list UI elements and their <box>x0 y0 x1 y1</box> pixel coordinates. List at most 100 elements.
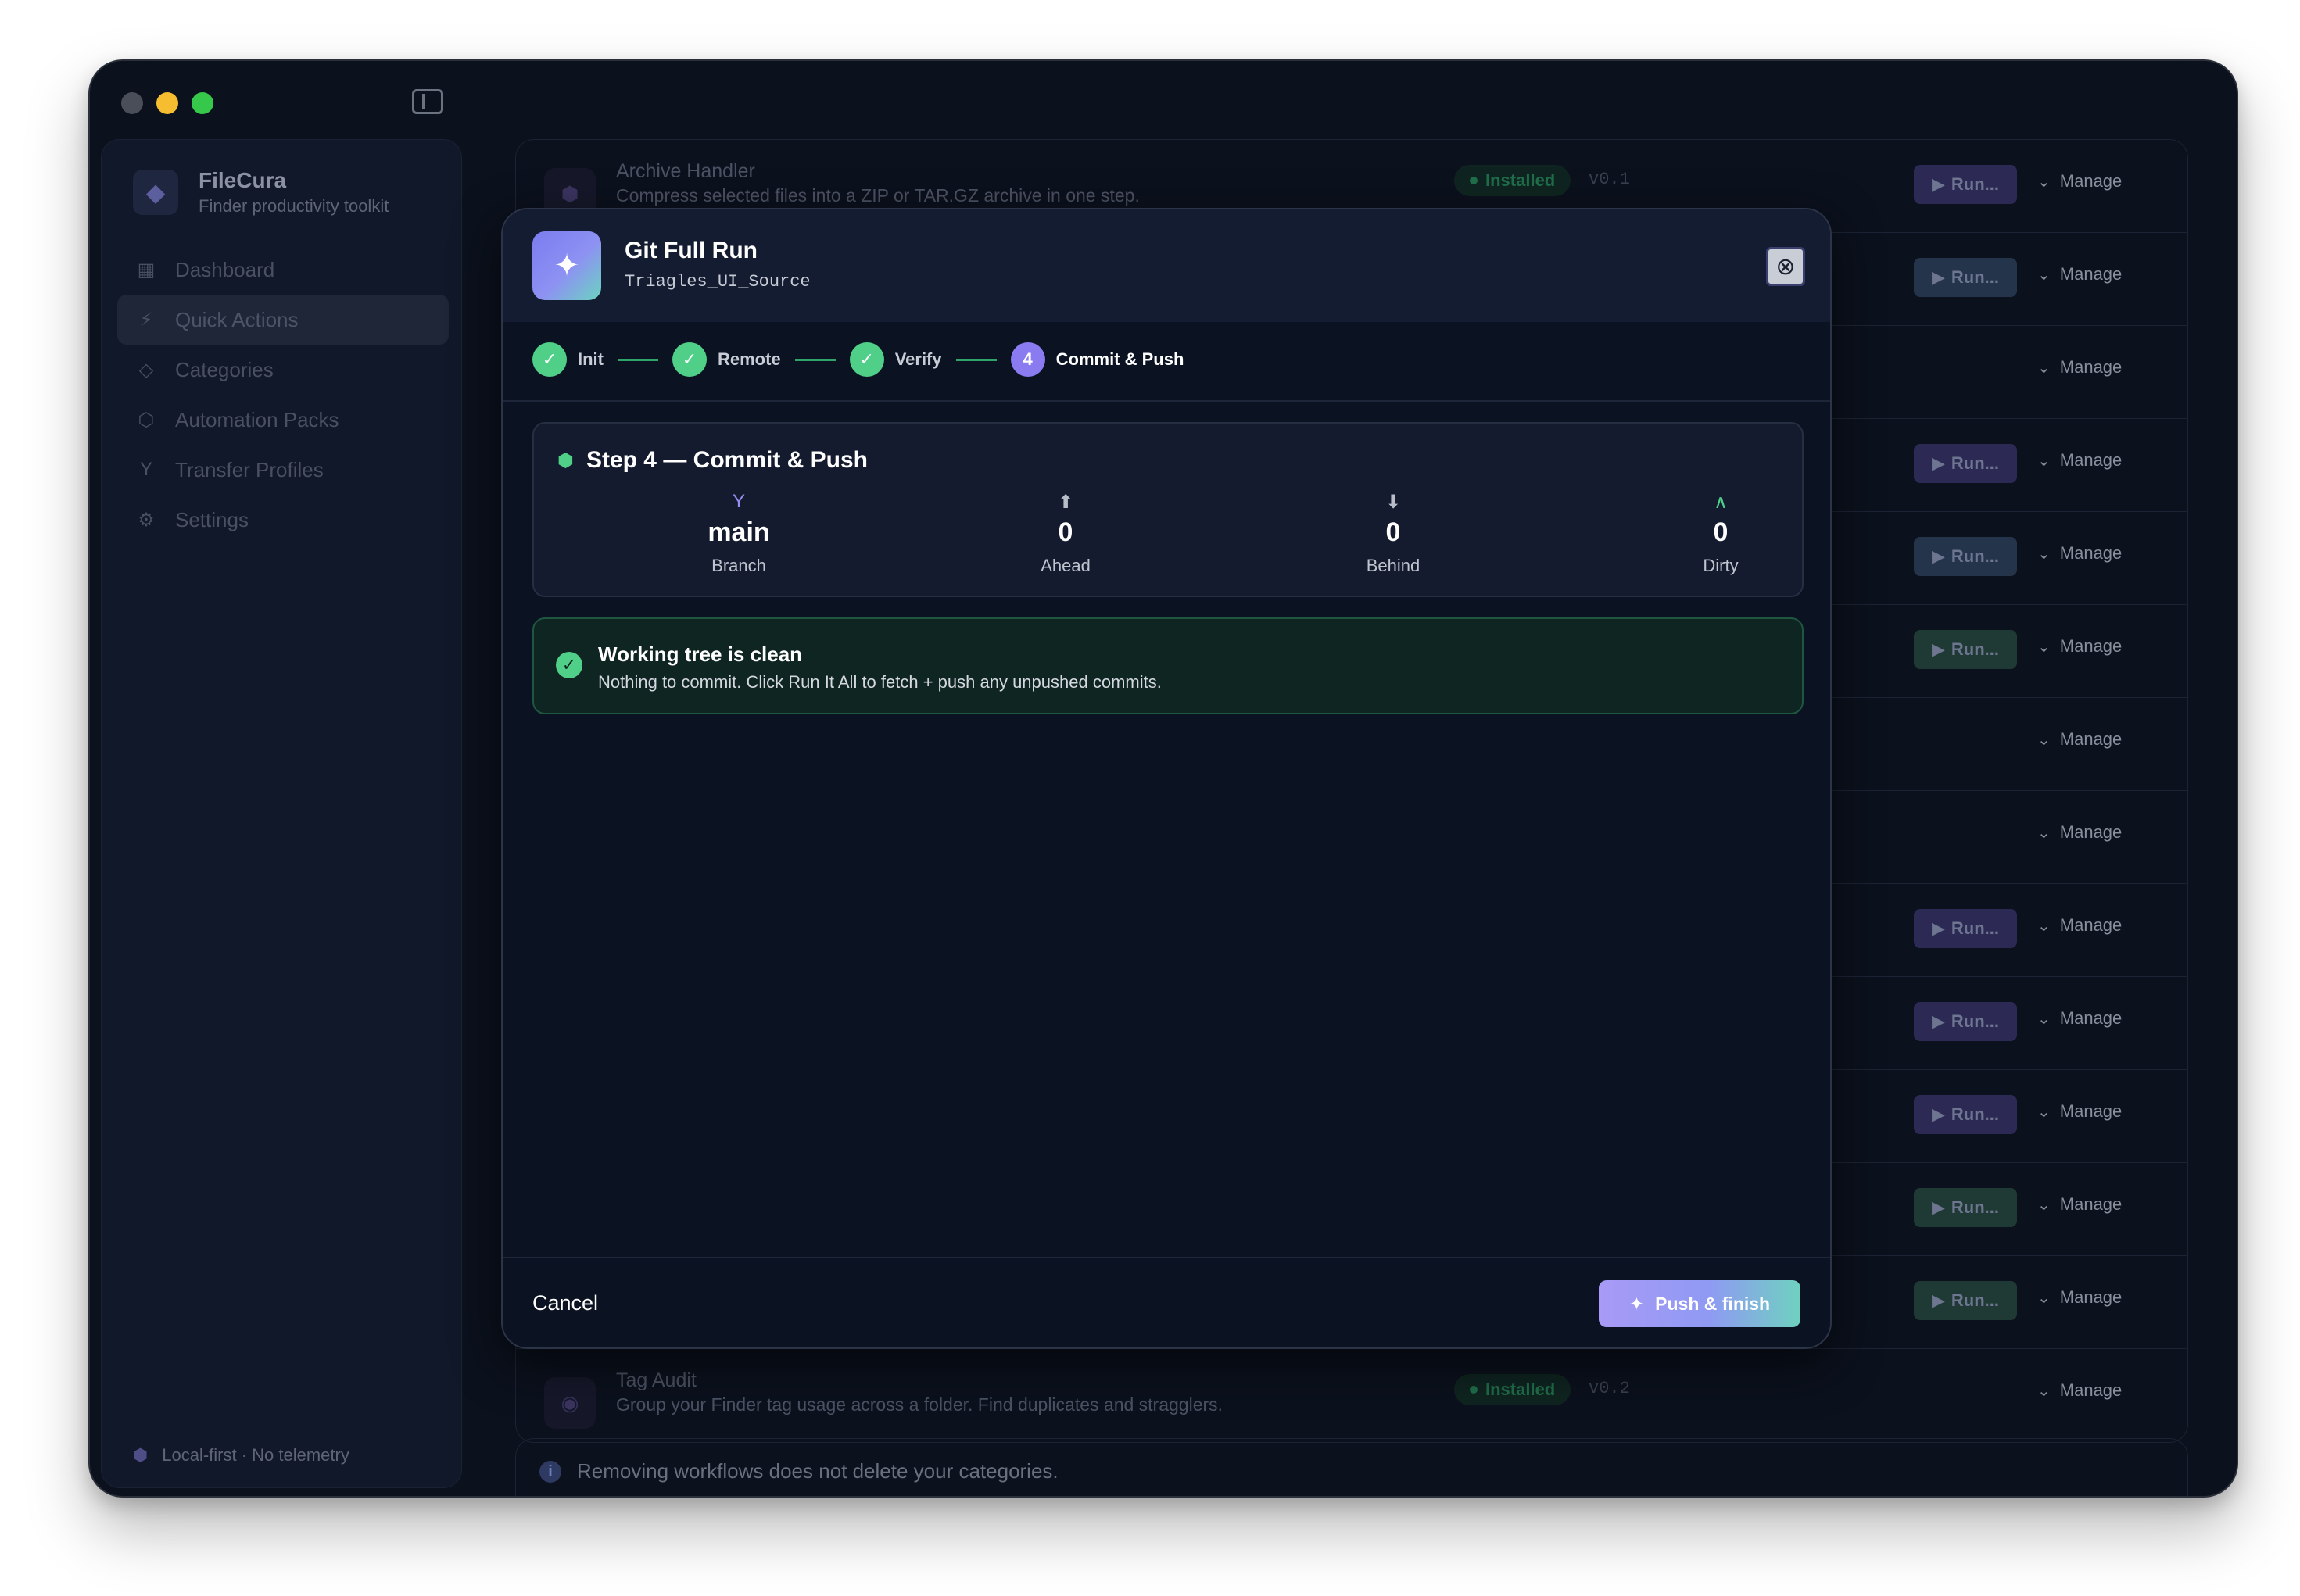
modal-title: Git Full Run <box>625 238 758 263</box>
stat-behind: ⬇ 0 Behind <box>1276 491 1510 576</box>
check-icon: ✓ <box>532 342 567 377</box>
sidebar: ◆ FileCura Finder productivity toolkit ▦… <box>101 139 462 1488</box>
manage-button[interactable]: ⌄ Manage <box>2037 543 2122 564</box>
chevron-down-icon: ⌄ <box>2037 1010 2051 1028</box>
alert-title: Working tree is clean <box>598 642 803 666</box>
run-button[interactable]: ▶ Run... <box>1914 1002 2017 1041</box>
gear-icon: ⚙ <box>138 509 155 531</box>
sidebar-item-label: Quick Actions <box>175 307 299 331</box>
chevron-down-icon: ⌄ <box>2037 266 2051 284</box>
maximize-window-button[interactable] <box>192 92 213 114</box>
run-button[interactable]: ▶ Run... <box>1914 1095 2017 1134</box>
manage-button[interactable]: ⌄ Manage <box>2037 1008 2122 1029</box>
brand: ◆ FileCura Finder productivity toolkit <box>133 168 389 216</box>
sidebar-footer: ⬢ Local-first · No telemetry <box>133 1445 349 1465</box>
stat-branch: Y main Branch <box>622 491 856 576</box>
app-logo-icon: ◆ <box>133 170 178 215</box>
sidebar-item-automation-packs[interactable]: ⬡ Automation Packs <box>117 395 449 445</box>
chevron-down-icon: ⌄ <box>2037 824 2051 842</box>
branch-icon: Y <box>732 491 745 512</box>
run-button[interactable]: ▶ Run... <box>1914 909 2017 948</box>
manage-button[interactable]: ⌄ Manage <box>2037 729 2122 750</box>
repo-name: Triagles_UI_Source <box>625 272 811 292</box>
chevron-down-icon: ⌄ <box>2037 917 2051 935</box>
arrow-down-circle-icon: ⬇ <box>1385 492 1402 513</box>
manage-button[interactable]: ⌄ Manage <box>2037 1380 2122 1401</box>
chevron-down-icon: ⌄ <box>2037 1103 2051 1121</box>
stat-value: 0 <box>1713 517 1729 547</box>
workflow-name: Archive Handler <box>616 160 755 182</box>
minimize-window-button[interactable] <box>156 92 178 114</box>
step-verify: ✓ Verify <box>849 342 942 377</box>
sidebar-item-label: Automation Packs <box>175 407 339 431</box>
step-commit-push: 4 Commit & Push <box>1010 342 1184 377</box>
list-item: ◉ Tag Audit Group your Finder tag usage … <box>516 1349 2187 1442</box>
run-button[interactable]: ▶ Run... <box>1914 1281 2017 1320</box>
stat-label: Behind <box>1366 556 1420 575</box>
app-tagline: Finder productivity toolkit <box>199 196 389 216</box>
manage-button[interactable]: ⌄ Manage <box>2037 450 2122 471</box>
play-icon: ▶ <box>1931 546 1945 566</box>
app-name: FileCura <box>199 168 287 192</box>
run-button[interactable]: ▶ Run... <box>1914 630 2017 669</box>
stat-ahead: ⬆ 0 Ahead <box>948 491 1183 576</box>
sidebar-item-label: Transfer Profiles <box>175 457 324 481</box>
manage-button[interactable]: ⌄ Manage <box>2037 636 2122 657</box>
alert-text: Nothing to commit. Click Run It All to f… <box>598 672 1162 692</box>
arrow-up-circle-icon: ⬆ <box>1057 492 1074 513</box>
stat-value: 0 <box>1058 517 1073 547</box>
manage-button[interactable]: ⌄ Manage <box>2037 1287 2122 1308</box>
check-icon: ✓ <box>672 342 707 377</box>
step-label: Commit & Push <box>1055 349 1184 369</box>
run-button[interactable]: ▶ Run... <box>1914 165 2017 204</box>
sidebar-item-dashboard[interactable]: ▦ Dashboard <box>117 245 449 295</box>
cancel-button[interactable]: Cancel <box>532 1291 598 1315</box>
close-icon: ⊗ <box>1775 253 1796 280</box>
sidebar-item-transfer-profiles[interactable]: Y Transfer Profiles <box>117 445 449 495</box>
info-icon: i <box>539 1461 561 1483</box>
sidebar-toggle-icon[interactable] <box>412 89 443 114</box>
play-icon: ▶ <box>1931 918 1945 938</box>
stat-label: Ahead <box>1041 556 1091 575</box>
chevron-down-icon: ⌄ <box>2037 731 2051 749</box>
step-number: 4 <box>1010 342 1045 377</box>
chevron-down-icon: ⌄ <box>2037 1289 2051 1307</box>
manage-button[interactable]: ⌄ Manage <box>2037 1194 2122 1215</box>
manage-button[interactable]: ⌄ Manage <box>2037 1101 2122 1122</box>
version-label: v0.1 <box>1589 170 1630 189</box>
manage-button[interactable]: ⌄ Manage <box>2037 822 2122 843</box>
close-window-button[interactable] <box>121 92 143 114</box>
sidebar-item-quick-actions[interactable]: ⚡ Quick Actions <box>117 295 449 345</box>
run-button[interactable]: ▶ Run... <box>1914 1188 2017 1227</box>
sidebar-item-label: Categories <box>175 357 274 381</box>
step-label: Init <box>578 349 604 369</box>
push-finish-button[interactable]: ✦ Push & finish <box>1599 1280 1800 1327</box>
branch-icon: Y <box>139 459 152 480</box>
modal-header: ✦ Git Full Run Triagles_UI_Source ⊗ <box>503 209 1830 322</box>
manage-button[interactable]: ⌄ Manage <box>2037 915 2122 936</box>
sidebar-item-categories[interactable]: ◇ Categories <box>117 345 449 395</box>
chevron-down-icon: ⌄ <box>2037 638 2051 656</box>
card-title: ⬢ Step 4 — Commit & Push <box>557 447 868 473</box>
chevron-down-icon: ⌄ <box>2037 1196 2051 1214</box>
manage-button[interactable]: ⌄ Manage <box>2037 264 2122 284</box>
step-label: Verify <box>894 349 942 369</box>
step-label: Remote <box>718 349 781 369</box>
tag-icon: ◇ <box>138 359 154 381</box>
stat-value: 0 <box>1385 517 1401 547</box>
sidebar-item-settings[interactable]: ⚙ Settings <box>117 495 449 545</box>
shield-check-icon: ⬢ <box>557 449 574 471</box>
play-icon: ▶ <box>1931 1011 1945 1031</box>
run-button[interactable]: ▶ Run... <box>1914 444 2017 483</box>
app-window: ◆ FileCura Finder productivity toolkit ▦… <box>88 59 2238 1498</box>
run-button[interactable]: ▶ Run... <box>1914 537 2017 576</box>
play-icon: ▶ <box>1931 174 1945 194</box>
play-icon: ▶ <box>1931 1104 1945 1124</box>
workflow-name: Tag Audit <box>616 1369 697 1391</box>
close-modal-button[interactable]: ⊗ <box>1766 247 1805 286</box>
run-button[interactable]: ▶ Run... <box>1914 258 2017 297</box>
git-run-modal: ✦ Git Full Run Triagles_UI_Source ⊗ ✓ In… <box>501 208 1832 1349</box>
manage-button[interactable]: ⌄ Manage <box>2037 357 2122 378</box>
manage-button[interactable]: ⌄ Manage <box>2037 171 2122 191</box>
divider <box>503 1257 1830 1258</box>
